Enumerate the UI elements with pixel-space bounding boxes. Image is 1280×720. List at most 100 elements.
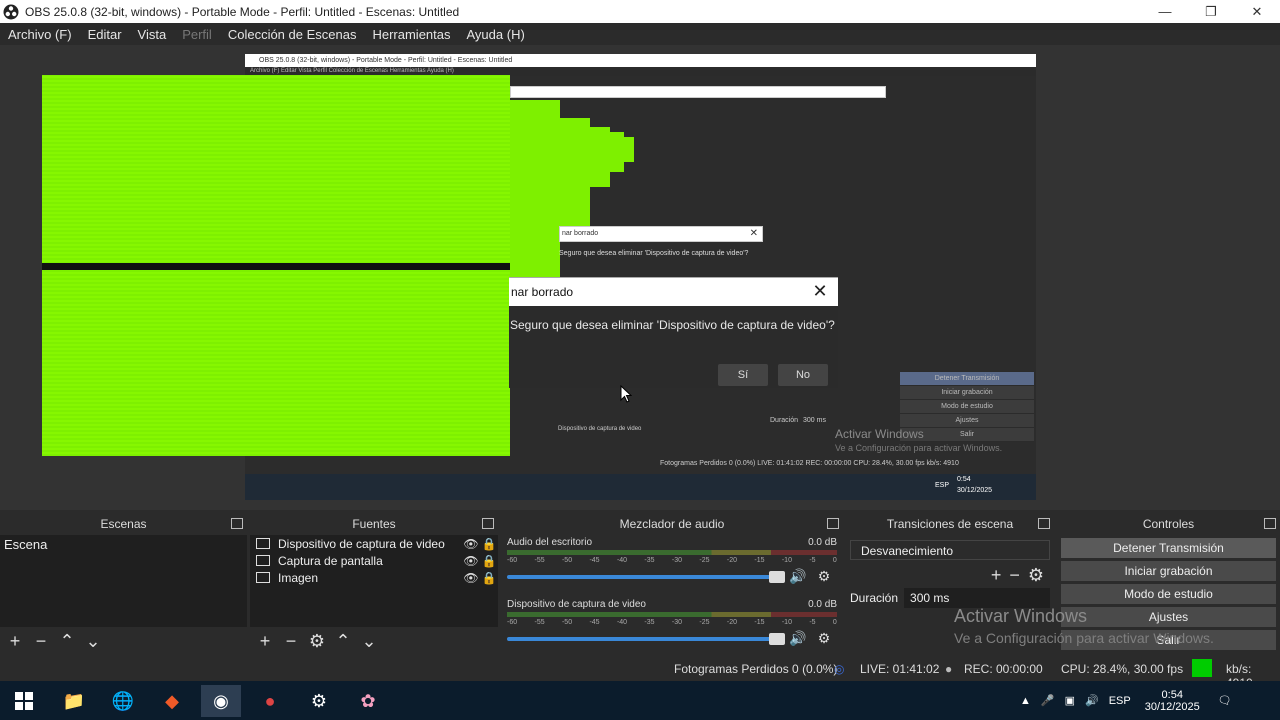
menu-editar[interactable]: Editar (88, 27, 122, 42)
eye-icon[interactable]: 👁 (462, 571, 480, 585)
menu-archivo[interactable]: Archivo (F) (8, 27, 72, 42)
menu-vista[interactable]: Vista (138, 27, 167, 42)
undock-icon[interactable] (1038, 518, 1050, 529)
obs-logo-icon (3, 4, 19, 19)
tray-chevron-icon[interactable]: ▲ (1020, 695, 1031, 707)
clock-time: 0:54 (1161, 688, 1183, 701)
browser-icon[interactable]: 🌐 (103, 685, 143, 717)
system-tray: ▲ 🎤 ▣ 🔊 ESP 0:54 30/12/2025 🗨 (1020, 681, 1232, 720)
source-item[interactable]: Dispositivo de captura de video 👁 🔒 (250, 535, 498, 552)
scenes-title: Escenas (100, 517, 147, 531)
stream-health-indicator (1192, 659, 1212, 677)
cpu-usage: CPU: 28.4%, 30.00 fps (1061, 662, 1184, 676)
yes-button[interactable]: Sí (718, 364, 768, 386)
capture-preview-green (42, 75, 510, 456)
sources-header: Fuentes (250, 513, 498, 535)
start-recording-button[interactable]: Iniciar grabación (1061, 561, 1276, 581)
nested-audio-label: Dispositivo de captura de video (558, 426, 642, 432)
windows-taskbar: 📁 🌐 ◆ ◉ ● ⚙ ✿ ▲ 🎤 ▣ 🔊 ESP 0:54 30/12/202… (0, 681, 1280, 720)
speaker-icon[interactable]: 🔊 (785, 630, 811, 647)
remove-source-icon[interactable]: − (282, 631, 300, 652)
nested-title: OBS 25.0.8 (32-bit, windows) - Portable … (245, 54, 1036, 67)
close-window-button[interactable]: ✕ (1234, 0, 1280, 23)
windows-start-icon[interactable] (4, 685, 44, 717)
nested-ctrl-1: Iniciar grabación (900, 386, 1034, 399)
pink-app-icon[interactable]: ✿ (348, 685, 388, 717)
lock-icon[interactable]: 🔒 (480, 571, 498, 585)
source-item[interactable]: Captura de pantalla 👁 🔒 (250, 552, 498, 569)
eye-icon[interactable]: 👁 (462, 537, 480, 551)
microphone-icon[interactable]: 🎤 (1041, 694, 1055, 707)
status-bar: Fotogramas Perdidos 0 (0.0%) ◎ LIVE: 01:… (0, 657, 1280, 690)
remove-transition-icon[interactable]: − (1009, 565, 1020, 586)
dialog-title-bar: nar borrado ✕ (509, 278, 838, 306)
nested-green-6 (624, 137, 634, 162)
gear-icon[interactable]: ⚙ (308, 631, 326, 652)
settings-button[interactable]: Ajustes (1061, 607, 1276, 627)
studio-mode-button[interactable]: Modo de estudio (1061, 584, 1276, 604)
remove-scene-icon[interactable]: − (32, 631, 50, 652)
undock-icon[interactable] (231, 518, 243, 529)
speaker-icon[interactable]: 🔊 (785, 568, 811, 585)
brave-icon[interactable]: ◆ (152, 685, 192, 717)
scenes-dock: Escenas Escena + − ⌃ ⌄ (0, 513, 247, 655)
undock-icon[interactable] (1264, 518, 1276, 529)
lock-icon[interactable]: 🔒 (480, 537, 498, 551)
preview-black-bar (42, 263, 510, 270)
lock-icon[interactable]: 🔒 (480, 554, 498, 568)
source-item[interactable]: Imagen 👁 🔒 (250, 569, 498, 586)
audio-mixer-dock: Mezclador de audio Audio del escritorio 0… (501, 513, 843, 655)
dialog-close-icon[interactable]: ✕ (810, 282, 830, 302)
language-indicator[interactable]: ESP (1109, 695, 1131, 707)
gear-icon[interactable]: ⚙ (1028, 565, 1044, 586)
undock-icon[interactable] (482, 518, 494, 529)
no-button[interactable]: No (778, 364, 828, 386)
scene-item[interactable]: Escena (0, 535, 247, 554)
move-down-icon[interactable]: ⌄ (360, 631, 378, 652)
menu-herramientas[interactable]: Herramientas (372, 27, 450, 42)
clock[interactable]: 0:54 30/12/2025 (1145, 689, 1200, 713)
slider-knob[interactable] (769, 632, 785, 645)
move-up-icon[interactable]: ⌃ (58, 631, 76, 652)
volume-slider[interactable] (507, 632, 785, 645)
menu-perfil[interactable]: Perfil (182, 27, 212, 42)
eye-icon[interactable]: 👁 (462, 554, 480, 568)
file-explorer-icon[interactable]: 📁 (54, 685, 94, 717)
stop-streaming-button[interactable]: Detener Transmisión (1061, 538, 1276, 558)
app-icon[interactable]: ● (250, 685, 290, 717)
move-down-icon[interactable]: ⌄ (84, 631, 102, 652)
duration-input[interactable]: 300 ms (904, 588, 1050, 608)
notifications-icon[interactable]: 🗨 (1218, 694, 1232, 707)
add-scene-icon[interactable]: + (6, 631, 24, 652)
steam-icon[interactable]: ⚙ (299, 685, 339, 717)
gear-icon[interactable]: ⚙ (811, 568, 837, 585)
menu-ayuda[interactable]: Ayuda (H) (467, 27, 525, 42)
undock-icon[interactable] (827, 518, 839, 529)
nested-mini-window (510, 86, 886, 98)
clock-date: 30/12/2025 (1144, 700, 1200, 713)
activate-windows-subtext: Ve a Configuración para activar Windows. (954, 630, 1214, 646)
source-label: Captura de pantalla (278, 553, 383, 568)
mixer-title: Mezclador de audio (619, 517, 725, 531)
menu-coleccion-escenas[interactable]: Colección de Escenas (228, 27, 357, 42)
slider-knob[interactable] (769, 570, 785, 583)
add-source-icon[interactable]: + (256, 631, 274, 652)
add-transition-icon[interactable]: + (991, 565, 1002, 586)
obs-taskbar-icon[interactable]: ◉ (201, 685, 241, 717)
volume-slider[interactable] (507, 570, 785, 583)
duration-label: Duración (850, 591, 899, 605)
minimize-button[interactable]: — (1142, 0, 1188, 23)
source-label: Dispositivo de captura de video (278, 536, 445, 551)
dialog-title: nar borrado (511, 285, 574, 299)
nested-dialog-title-text: nar borrado (562, 230, 599, 237)
maximize-button[interactable]: ❐ (1188, 0, 1234, 23)
nested-ctrl-2: Modo de estudio (900, 400, 1034, 413)
scenes-list: Escena + − ⌃ ⌄ (0, 535, 247, 655)
controls-title: Controles (1142, 517, 1195, 531)
network-icon[interactable]: ▣ (1065, 694, 1075, 707)
gear-icon[interactable]: ⚙ (811, 630, 837, 647)
volume-icon[interactable]: 🔊 (1085, 694, 1099, 707)
move-up-icon[interactable]: ⌃ (334, 631, 352, 652)
transition-select[interactable]: Desvanecimiento (850, 540, 1050, 560)
transitions-title: Transiciones de escena (886, 517, 1014, 531)
